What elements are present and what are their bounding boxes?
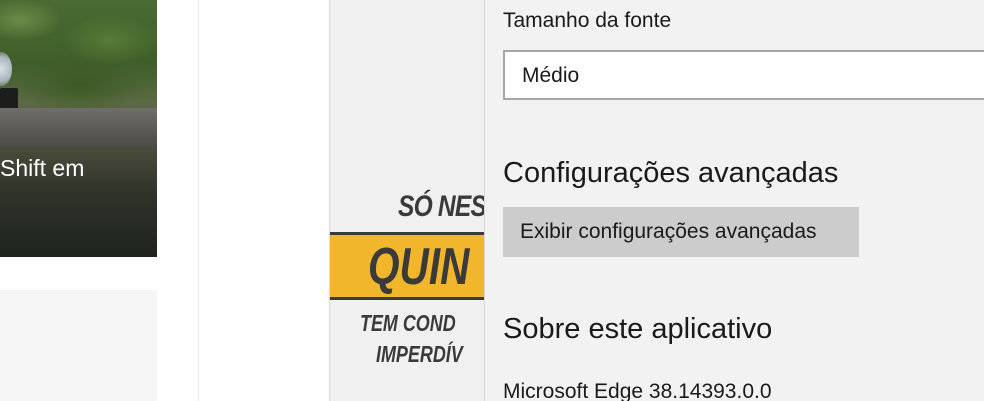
advertisement-banner[interactable]: SÓ NES QUIN TEM COND IMPERDÍV xyxy=(329,0,485,401)
column-divider xyxy=(198,0,199,401)
news-image-train xyxy=(0,88,18,110)
view-advanced-settings-button[interactable]: Exibir configurações avançadas xyxy=(503,207,859,257)
settings-panel: Tamanho da fonte Médio Configurações ava… xyxy=(484,0,984,401)
ad-text-line2: QUIN xyxy=(368,238,470,296)
advanced-settings-heading: Configurações avançadas xyxy=(503,157,839,189)
font-size-select[interactable]: Médio xyxy=(503,50,984,100)
app-version-text: Microsoft Edge 38.14393.0.0 xyxy=(503,380,772,401)
news-card[interactable]: Shift em xyxy=(0,0,157,257)
about-app-heading: Sobre este aplicativo xyxy=(503,313,773,345)
ad-text-line4: IMPERDÍV xyxy=(376,341,463,367)
ad-text-line3: TEM COND xyxy=(360,310,456,336)
font-size-selected-value: Médio xyxy=(522,64,580,87)
ad-text-line1: SÓ NES xyxy=(398,190,485,223)
font-size-label: Tamanho da fonte xyxy=(503,9,672,32)
news-image-hills xyxy=(0,0,157,120)
news-card-placeholder xyxy=(0,290,157,401)
news-image-bridge xyxy=(0,108,157,148)
view-advanced-settings-label: Exibir configurações avançadas xyxy=(520,220,817,243)
news-card-caption[interactable]: Shift em xyxy=(0,155,84,182)
ad-yellow-band: QUIN xyxy=(330,232,485,300)
